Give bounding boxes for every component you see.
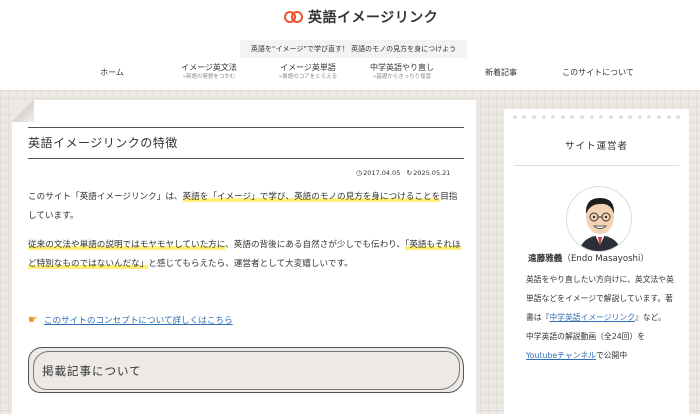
global-nav: ホーム イメージ英文法 »英語の発想をつかむ イメージ英単語 »単語のコアをとら… (0, 62, 700, 88)
clock-icon: ◷ (356, 169, 363, 177)
highlight-text: 従来の文法や単語の説明ではモヤモヤしていた方に (28, 240, 226, 250)
concept-link[interactable]: このサイトのコンセプトについて詳しくはこちら (44, 314, 233, 326)
sidebar-title: サイト運営者 (514, 134, 679, 166)
nav-item-new-posts[interactable]: 新着記事 (474, 62, 528, 84)
site-header: 英語イメージリンク 英語を“イメージ”で学び直す！ 英語のモノの見方を身につけよ… (0, 0, 700, 90)
article-title: 英語イメージリンクの特徴 (28, 127, 464, 159)
author-name-line: 遠藤雅義（Endo Masayoshi） (528, 252, 649, 264)
card-corner-fold-shade (12, 100, 34, 122)
site-logo-text[interactable]: 英語イメージリンク (308, 7, 438, 27)
intro-paragraph-2: 従来の文法や単語の説明ではモヤモヤしていた方に、英語の背後にある自然さが少しでも… (28, 240, 461, 269)
site-logo[interactable]: 英語イメージリンク (284, 7, 438, 27)
nav-item-home[interactable]: ホーム (88, 62, 136, 84)
pointing-hand-icon: ☛ (28, 313, 38, 326)
book-link[interactable]: 中学英語イメージリンク (549, 313, 635, 322)
highlight-text: 英語を「イメージ」で学び、英語のモノの見方を身につけることを (182, 192, 441, 202)
intro-paragraph-1: このサイト「英語イメージリンク」は、英語を「イメージ」で学び、英語のモノの見方を… (28, 192, 458, 221)
nav-item-image-vocab[interactable]: イメージ英単語 »単語のコアをとらえる (268, 62, 348, 81)
concept-link-row[interactable]: ☛ このサイトのコンセプトについて詳しくはこちら (28, 314, 233, 326)
refresh-icon: ↻ (406, 169, 413, 177)
published-date: ◷2017.04.05 (356, 169, 401, 177)
section-heading: 掲載記事について (42, 364, 142, 378)
logo-rings-icon (284, 9, 305, 25)
nav-item-about[interactable]: このサイトについて (552, 62, 644, 84)
nav-item-junior-high-review[interactable]: 中学英語やり直し »基礎からきっちり復習 (362, 62, 442, 81)
author-romaji: （Endo Masayoshi） (562, 254, 649, 264)
updated-date: ↻2025.05.21 (406, 169, 451, 177)
sidebar-dot-border (504, 109, 689, 125)
article-dates: ◷2017.04.05 ↻2025.05.21 (356, 169, 450, 177)
youtube-channel-link[interactable]: Youtubeチャンネル (526, 351, 596, 360)
author-illustration-icon (579, 198, 621, 251)
author-name: 遠藤雅義 (528, 254, 563, 264)
nav-item-image-grammar[interactable]: イメージ英文法 »英語の発想をつかむ (170, 62, 248, 81)
author-avatar (566, 186, 632, 252)
author-bio: 英語をやり直したい方向けに、英文法や英単語などをイメージで解説しています。著書は… (526, 275, 674, 360)
site-tagline: 英語を“イメージ”で学び直す！ 英語のモノの見方を身につけよう (240, 40, 467, 58)
